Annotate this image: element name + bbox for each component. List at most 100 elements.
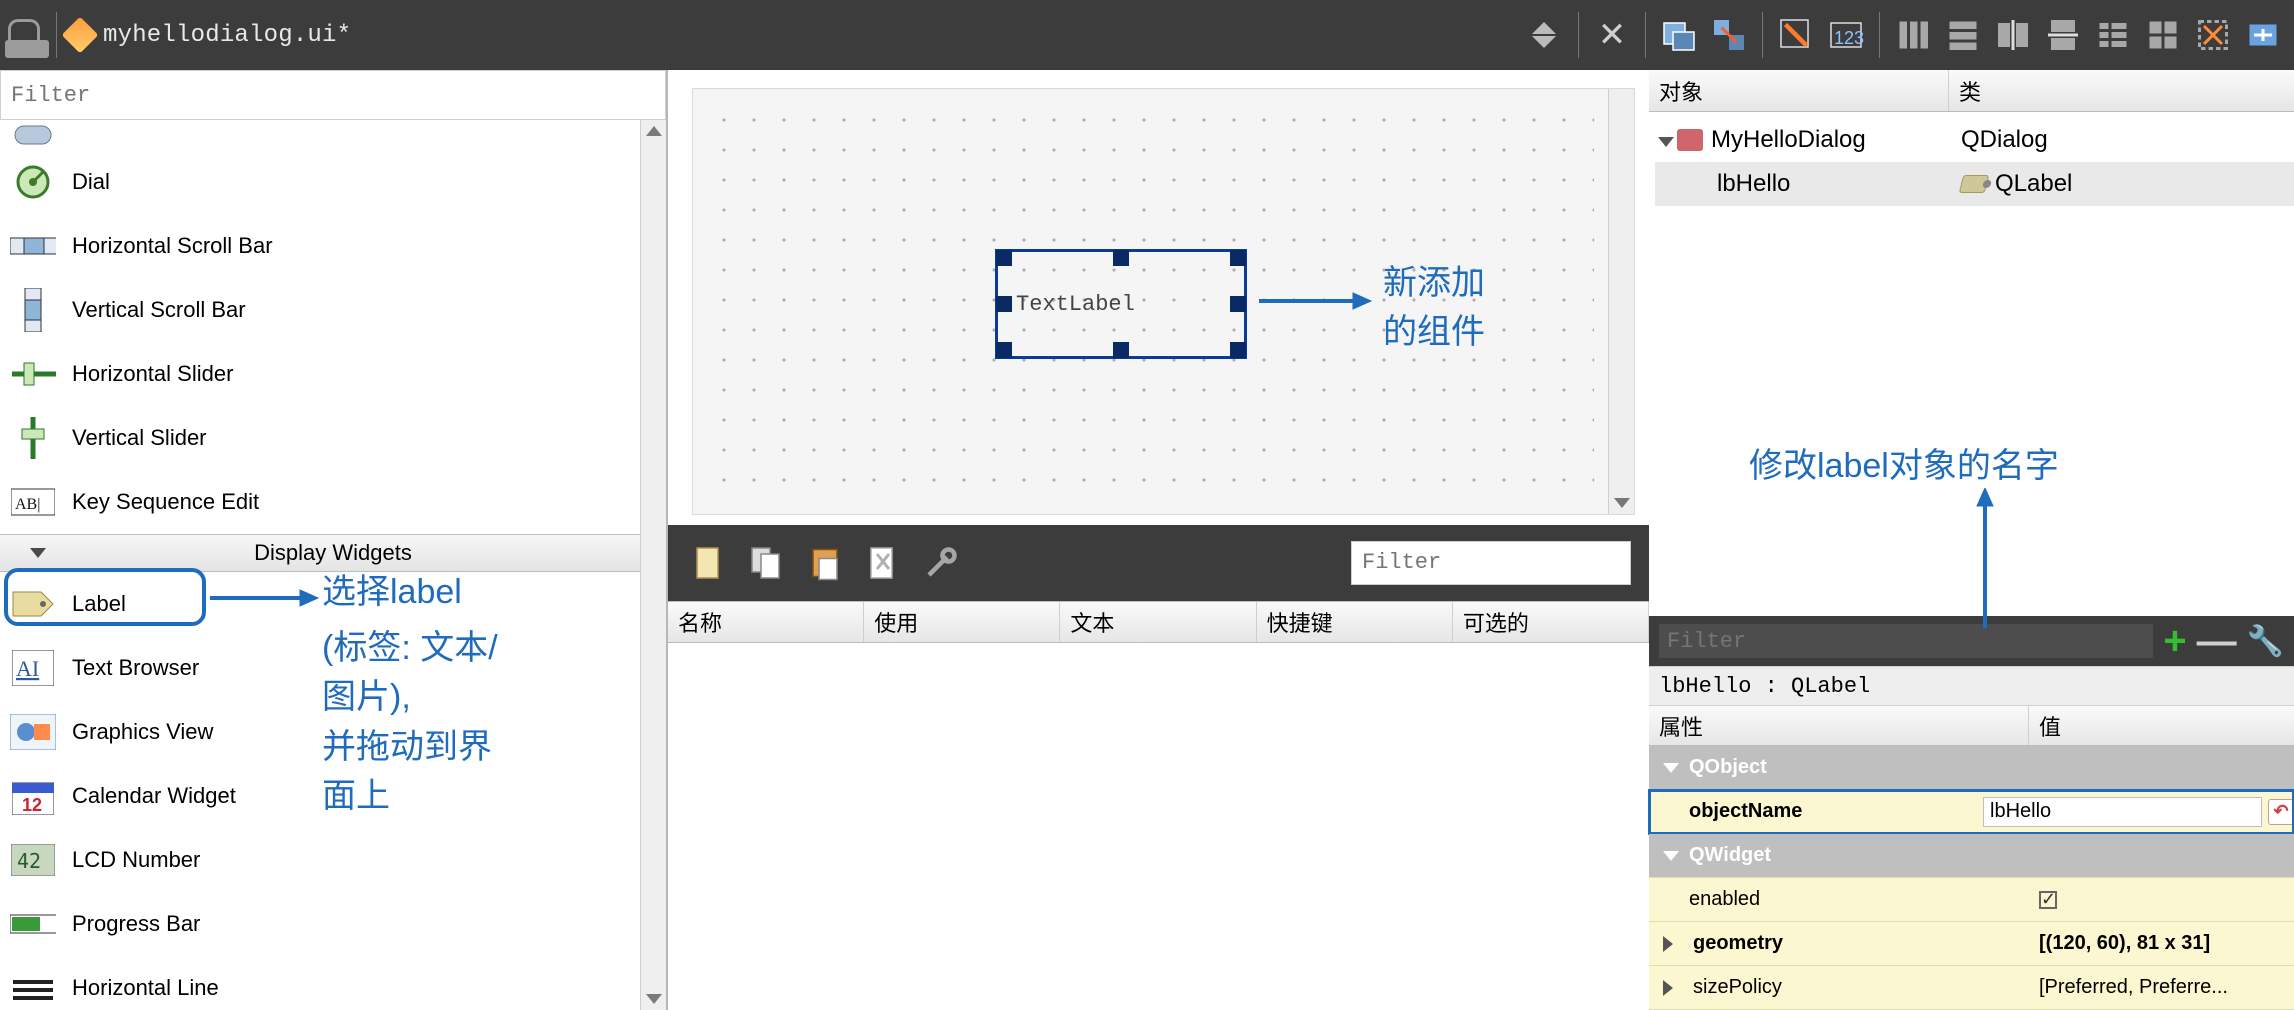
widget-filter-input[interactable]	[0, 70, 666, 120]
column-header[interactable]: 对象	[1649, 70, 1949, 111]
tree-row[interactable]: lbHello QLabel	[1655, 162, 2294, 206]
resize-handle[interactable]	[1113, 250, 1129, 266]
resize-handle[interactable]	[1230, 342, 1246, 358]
property-row[interactable]: enabled	[1649, 878, 2294, 922]
graphicsview-icon	[10, 709, 56, 755]
property-group[interactable]: QObject	[1649, 746, 2294, 790]
svg-text:42: 42	[17, 849, 41, 873]
edit-widgets-button[interactable]	[1656, 12, 1702, 58]
object-inspector-header: 对象 类	[1649, 70, 2294, 112]
property-row[interactable]: sizePolicy [Preferred, Preferre...	[1649, 966, 2294, 1010]
list-item[interactable]	[0, 120, 666, 150]
property-name: geometry	[1693, 932, 1783, 955]
property-filter-input[interactable]	[1659, 624, 2153, 658]
tree-row[interactable]: MyHelloDialog QDialog	[1655, 118, 2294, 162]
delete-action-button[interactable]	[860, 540, 906, 586]
list-item[interactable]: AB| Key Sequence Edit	[0, 470, 666, 534]
resize-handle[interactable]	[996, 250, 1012, 266]
list-item[interactable]: Vertical Scroll Bar	[0, 278, 666, 342]
remove-property-button[interactable]: —	[2197, 619, 2237, 664]
column-header[interactable]: 名称	[668, 602, 864, 642]
widget-box: Dial Horizontal Scroll Bar Vertical Scro…	[0, 70, 668, 1010]
add-property-button[interactable]: +	[2163, 619, 2186, 664]
layout-hsplit-button[interactable]	[1990, 12, 2036, 58]
scrollbar[interactable]	[1608, 89, 1634, 514]
widget-label: Progress Bar	[72, 911, 200, 937]
adjust-size-button[interactable]	[2240, 12, 2286, 58]
design-canvas[interactable]: TextLabel 新添加 的组件	[692, 88, 1635, 515]
property-row[interactable]: geometry [(120, 60), 81 x 31]	[1649, 922, 2294, 966]
property-row[interactable]: objectName ↶	[1649, 790, 2294, 834]
scrollbar[interactable]	[640, 120, 666, 1010]
list-item[interactable]: Horizontal Scroll Bar	[0, 214, 666, 278]
object-inspector[interactable]: MyHelloDialog QDialog lbHello QLabel 修改l…	[1649, 112, 2294, 616]
resize-handle[interactable]	[1113, 342, 1129, 358]
configure-icon[interactable]: 🔧	[2247, 624, 2284, 659]
object-name: lbHello	[1717, 170, 1790, 198]
layout-hbox-button[interactable]	[1890, 12, 1936, 58]
edit-signals-button[interactable]	[1706, 12, 1752, 58]
widget-label: Graphics View	[72, 719, 213, 745]
list-item[interactable]: Vertical Slider	[0, 406, 666, 470]
column-header[interactable]: 属性	[1649, 706, 2029, 745]
group-title: QWidget	[1689, 844, 1771, 867]
main-toolbar: myhellodialog.ui* ✕ 123	[0, 0, 2294, 70]
lock-icon	[8, 19, 40, 51]
action-filter-input[interactable]	[1351, 541, 1631, 585]
property-name: sizePolicy	[1693, 976, 1782, 999]
column-header[interactable]: 值	[2029, 706, 2061, 745]
property-value-input[interactable]	[1983, 797, 2262, 827]
resize-handle[interactable]	[1230, 296, 1246, 312]
widget-label: Horizontal Slider	[72, 361, 233, 387]
column-header[interactable]: 使用	[864, 602, 1060, 642]
selected-widget[interactable]: TextLabel	[995, 249, 1247, 359]
category-label: Display Widgets	[254, 540, 412, 566]
action-toolbar	[668, 525, 1649, 601]
edit-tab-order-button[interactable]: 123	[1823, 12, 1869, 58]
column-header[interactable]: 类	[1949, 70, 1981, 111]
label-icon	[10, 581, 56, 627]
resize-handle[interactable]	[996, 296, 1012, 312]
copy-action-button[interactable]	[744, 540, 790, 586]
layout-grid-button[interactable]	[2140, 12, 2186, 58]
close-button[interactable]: ✕	[1589, 12, 1635, 58]
separator	[56, 12, 57, 58]
annotation-arrow	[1973, 488, 2003, 628]
column-header[interactable]: 可选的	[1453, 602, 1649, 642]
edit-buddies-button[interactable]	[1773, 12, 1819, 58]
annotation-text: 选择label	[322, 568, 462, 617]
paste-action-button[interactable]	[802, 540, 848, 586]
layout-vbox-button[interactable]	[1940, 12, 1986, 58]
revert-button[interactable]: ↶	[2268, 799, 2294, 825]
property-group[interactable]: QWidget	[1649, 834, 2294, 878]
dialog-icon	[1677, 129, 1703, 151]
checkbox[interactable]	[2039, 891, 2057, 909]
column-header[interactable]: 快捷键	[1257, 602, 1453, 642]
resize-handle[interactable]	[1230, 250, 1246, 266]
column-header[interactable]: 文本	[1060, 602, 1256, 642]
file-tab[interactable]: myhellodialog.ui*	[67, 22, 351, 49]
list-item[interactable]: Progress Bar	[0, 892, 666, 956]
chevron-down-icon[interactable]	[1658, 137, 1674, 147]
new-action-button[interactable]	[686, 540, 732, 586]
chevron-right-icon[interactable]	[1663, 936, 1673, 952]
configure-action-button[interactable]	[918, 540, 964, 586]
widget-label: Horizontal Line	[72, 975, 219, 1001]
layout-vsplit-button[interactable]	[2040, 12, 2086, 58]
file-spin[interactable]	[1532, 22, 1568, 48]
list-item[interactable]: 42 LCD Number	[0, 828, 666, 892]
dial-icon	[10, 159, 56, 205]
resize-handle[interactable]	[996, 342, 1012, 358]
widget-label: Vertical Scroll Bar	[72, 297, 246, 323]
list-item[interactable]: Dial	[0, 150, 666, 214]
object-name: MyHelloDialog	[1711, 126, 1866, 154]
chevron-right-icon[interactable]	[1663, 980, 1673, 996]
break-layout-button[interactable]	[2190, 12, 2236, 58]
action-table-body[interactable]	[668, 643, 1649, 1010]
list-item[interactable]: Horizontal Line	[0, 956, 666, 1010]
layout-form-button[interactable]	[2090, 12, 2136, 58]
svg-text:AI: AI	[16, 656, 39, 681]
list-item[interactable]: Horizontal Slider	[0, 342, 666, 406]
vscroll-icon	[10, 287, 56, 333]
category-header[interactable]: Display Widgets	[0, 534, 666, 572]
